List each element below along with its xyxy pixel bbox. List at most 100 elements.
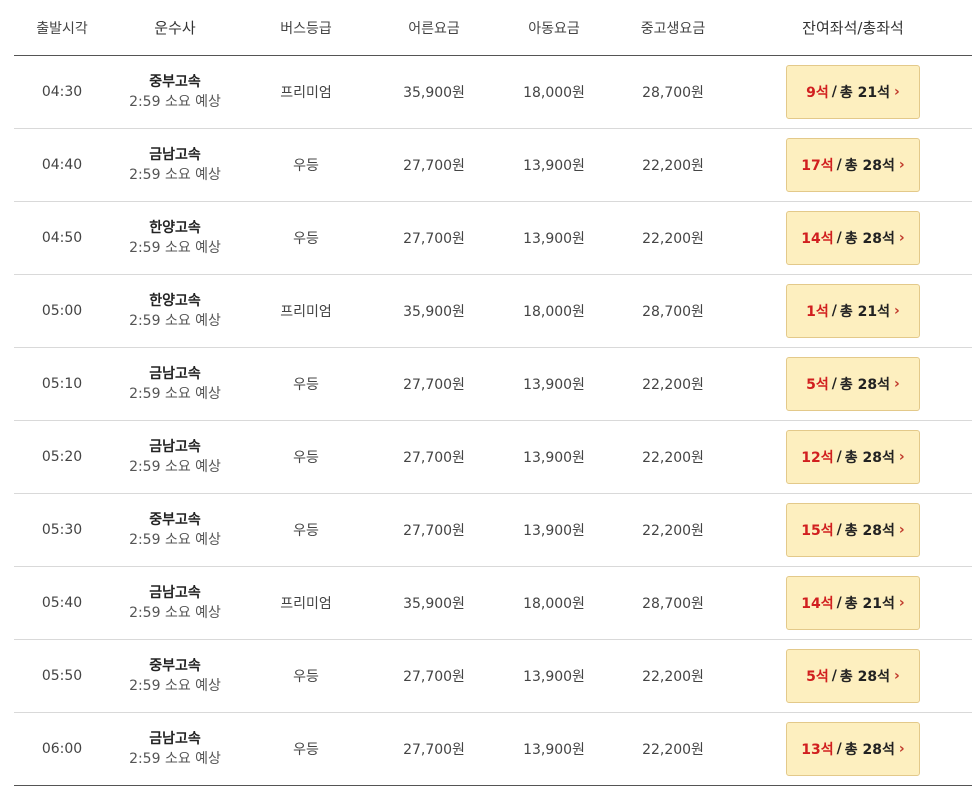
departure-time: 05:10 [41, 376, 83, 392]
child-fare: 13,900원 [523, 377, 585, 393]
seat-cell: 14석 / 총 28석 › [734, 211, 972, 265]
chevron-right-icon: › [894, 668, 900, 684]
adult-fare: 27,700원 [403, 158, 465, 174]
departure-time: 05:40 [41, 595, 83, 611]
header-adult-fare: 어른요금 [408, 20, 460, 37]
departure-time: 05:00 [41, 303, 83, 319]
remaining-seats: 13석 [801, 742, 834, 758]
header-departure-time: 출발시각 [36, 20, 88, 37]
departure-time: 04:50 [41, 230, 83, 246]
select-seat-button[interactable]: 14석 / 총 21석 › [786, 576, 920, 630]
select-seat-button[interactable]: 17석 / 총 28석 › [786, 138, 920, 192]
child-fare: 18,000원 [523, 596, 585, 612]
chevron-right-icon: › [894, 84, 900, 100]
company-cell: 중부고속 2:59 소요 예상 [110, 510, 240, 550]
student-fare: 28,700원 [642, 85, 704, 101]
company-name: 중부고속 [149, 658, 201, 674]
seat-separator: / [831, 303, 837, 319]
chevron-right-icon: › [898, 157, 905, 173]
child-fare: 13,900원 [523, 158, 585, 174]
child-fare: 18,000원 [523, 304, 585, 320]
select-seat-button[interactable]: 15석 / 총 28석 › [786, 503, 920, 557]
company-cell: 금남고속 2:59 소요 예상 [110, 729, 240, 769]
chevron-right-icon: › [898, 449, 905, 465]
total-seats: 총 28석 [844, 231, 895, 247]
table-row: 05:20 금남고속 2:59 소요 예상 우등 27,700원 13,900원… [14, 421, 972, 494]
total-seats: 총 28석 [844, 742, 895, 758]
header-seats: 잔여좌석/총좌석 [802, 19, 904, 37]
seat-cell: 13석 / 총 28석 › [734, 722, 972, 776]
seat-cell: 1석 / 총 21석 › [734, 284, 972, 338]
estimated-duration: 2:59 소요 예상 [129, 678, 221, 694]
student-fare: 22,200원 [642, 523, 704, 539]
company-name: 금남고속 [149, 439, 201, 455]
select-seat-button[interactable]: 5석 / 총 28석 › [786, 649, 920, 703]
company-cell: 금남고속 2:59 소요 예상 [110, 145, 240, 185]
table-row: 05:00 한양고속 2:59 소요 예상 프리미엄 35,900원 18,00… [14, 275, 972, 348]
remaining-seats: 5석 [806, 377, 829, 393]
select-seat-button[interactable]: 1석 / 총 21석 › [786, 284, 920, 338]
bus-grade: 우등 [293, 450, 319, 466]
estimated-duration: 2:59 소요 예상 [129, 240, 221, 256]
select-seat-button[interactable]: 14석 / 총 28석 › [786, 211, 920, 265]
remaining-seats: 14석 [801, 231, 834, 247]
total-seats: 총 21석 [839, 304, 891, 320]
header-company: 운수사 [154, 19, 196, 37]
adult-fare: 35,900원 [403, 85, 465, 101]
remaining-seats: 5석 [806, 669, 829, 685]
select-seat-button[interactable]: 5석 / 총 28석 › [786, 357, 920, 411]
child-fare: 13,900원 [523, 742, 585, 758]
child-fare: 13,900원 [523, 450, 585, 466]
adult-fare: 35,900원 [403, 304, 465, 320]
estimated-duration: 2:59 소요 예상 [129, 605, 221, 621]
departure-time: 06:00 [41, 741, 83, 757]
bus-grade: 우등 [293, 231, 319, 247]
departure-time: 05:20 [41, 449, 83, 465]
remaining-seats: 14석 [801, 596, 834, 612]
seat-cell: 17석 / 총 28석 › [734, 138, 972, 192]
adult-fare: 27,700원 [403, 377, 465, 393]
adult-fare: 27,700원 [403, 523, 465, 539]
select-seat-button[interactable]: 13석 / 총 28석 › [786, 722, 920, 776]
estimated-duration: 2:59 소요 예상 [129, 94, 221, 110]
remaining-seats: 1석 [806, 304, 829, 320]
table-row: 05:30 중부고속 2:59 소요 예상 우등 27,700원 13,900원… [14, 494, 972, 567]
bus-grade: 우등 [293, 742, 319, 758]
company-cell: 금남고속 2:59 소요 예상 [110, 437, 240, 477]
table-row: 06:00 금남고속 2:59 소요 예상 우등 27,700원 13,900원… [14, 713, 972, 786]
adult-fare: 27,700원 [403, 231, 465, 247]
chevron-right-icon: › [898, 230, 905, 246]
total-seats: 총 28석 [839, 669, 891, 685]
company-cell: 금남고속 2:59 소요 예상 [110, 364, 240, 404]
table-body: 04:30 중부고속 2:59 소요 예상 프리미엄 35,900원 18,00… [14, 56, 972, 786]
adult-fare: 27,700원 [403, 450, 465, 466]
total-seats: 총 28석 [839, 377, 891, 393]
seat-separator: / [831, 668, 837, 684]
adult-fare: 35,900원 [403, 596, 465, 612]
total-seats: 총 21석 [839, 85, 891, 101]
header-bus-grade: 버스등급 [280, 20, 332, 37]
table-row: 05:10 금남고속 2:59 소요 예상 우등 27,700원 13,900원… [14, 348, 972, 421]
select-seat-button[interactable]: 9석 / 총 21석 › [786, 65, 920, 119]
child-fare: 18,000원 [523, 85, 585, 101]
company-cell: 중부고속 2:59 소요 예상 [110, 656, 240, 696]
chevron-right-icon: › [894, 303, 900, 319]
seat-cell: 14석 / 총 21석 › [734, 576, 972, 630]
chevron-right-icon: › [898, 522, 905, 538]
company-cell: 중부고속 2:59 소요 예상 [110, 72, 240, 112]
estimated-duration: 2:59 소요 예상 [129, 459, 221, 475]
estimated-duration: 2:59 소요 예상 [129, 313, 221, 329]
bus-schedule-table: 출발시각 운수사 버스등급 어른요금 아동요금 중고생요금 잔여좌석/총좌석 0… [14, 0, 972, 786]
estimated-duration: 2:59 소요 예상 [129, 167, 221, 183]
company-name: 금남고속 [149, 731, 201, 747]
adult-fare: 27,700원 [403, 669, 465, 685]
departure-time: 04:40 [41, 157, 83, 173]
student-fare: 22,200원 [642, 377, 704, 393]
table-row: 04:50 한양고속 2:59 소요 예상 우등 27,700원 13,900원… [14, 202, 972, 275]
select-seat-button[interactable]: 12석 / 총 28석 › [786, 430, 920, 484]
child-fare: 13,900원 [523, 669, 585, 685]
table-row: 05:50 중부고속 2:59 소요 예상 우등 27,700원 13,900원… [14, 640, 972, 713]
estimated-duration: 2:59 소요 예상 [129, 532, 221, 548]
table-row: 04:40 금남고속 2:59 소요 예상 우등 27,700원 13,900원… [14, 129, 972, 202]
estimated-duration: 2:59 소요 예상 [129, 386, 221, 402]
